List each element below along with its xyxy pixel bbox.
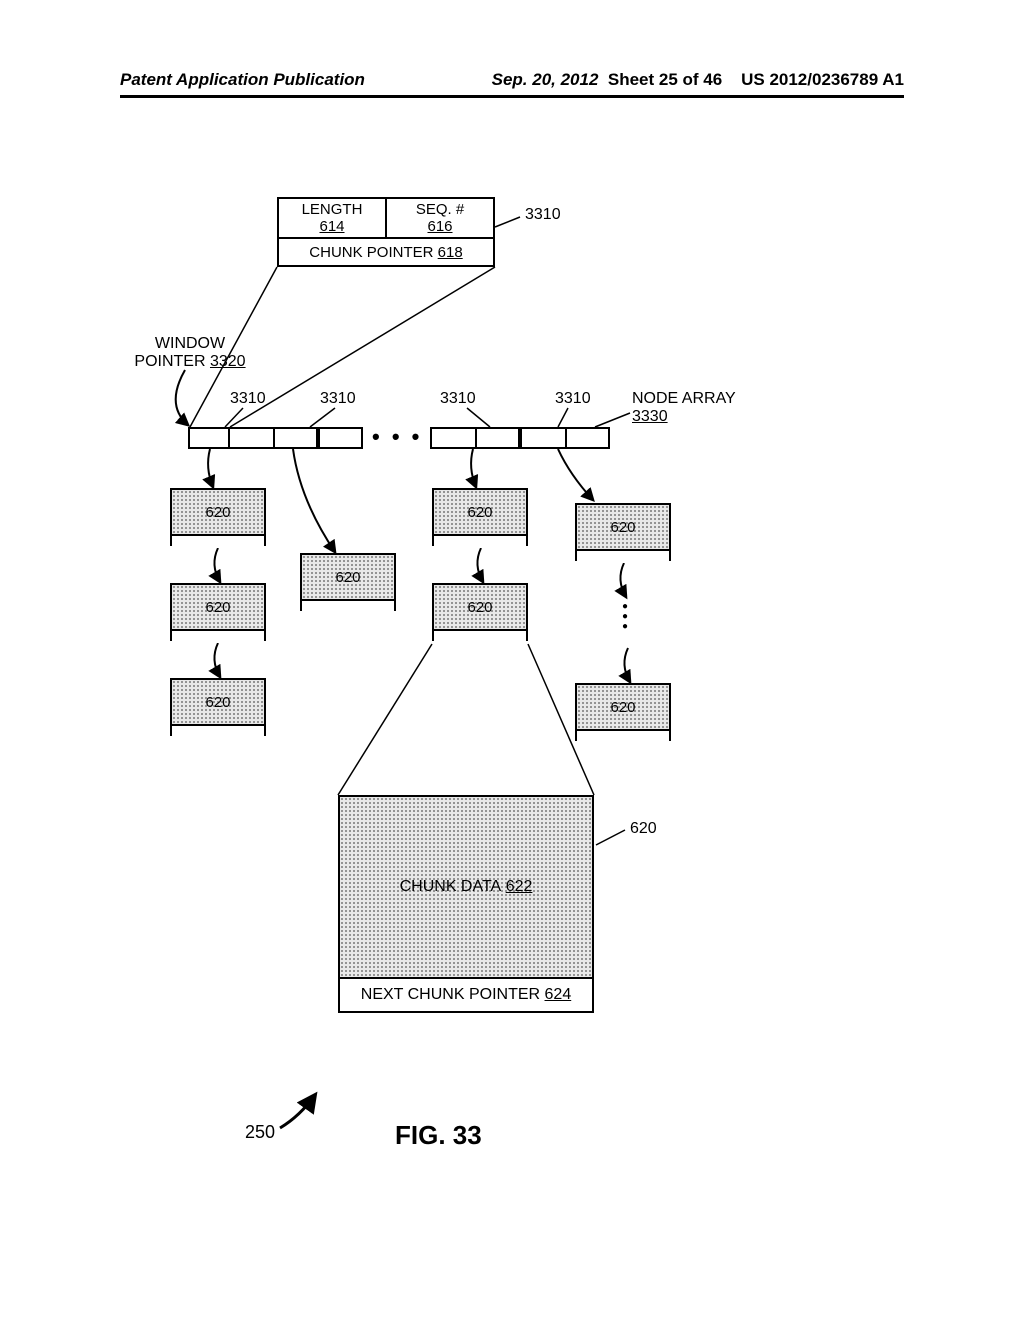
chunk-data-box: CHUNK DATA 622 NEXT CHUNK POINTER 624 (338, 795, 594, 1013)
array-cell (565, 427, 610, 449)
vertical-ellipsis-icon: ●●● (622, 602, 628, 632)
chunk-data-label: CHUNK DATA 622 (400, 878, 533, 896)
chunk-box: 620 (575, 503, 671, 561)
ref-250: 250 (245, 1122, 275, 1143)
array-cell (273, 427, 318, 449)
ellipsis-icon: • • • (372, 424, 422, 450)
seq-cell: SEQ. # 616 (387, 199, 493, 237)
callout-620-big: 620 (630, 820, 657, 838)
array-cell (430, 427, 475, 449)
next-chunk-pointer-label: NEXT CHUNK POINTER 624 (361, 986, 571, 1004)
array-cell (188, 427, 228, 449)
header-right: Sep. 20, 2012 Sheet 25 of 46 US 2012/023… (492, 70, 904, 90)
length-cell: LENGTH 614 (279, 199, 387, 237)
chunk-box: 620 (300, 553, 396, 611)
window-pointer-label: WINDOW POINTER 3320 (120, 335, 260, 371)
callout-3310-d: 3310 (555, 390, 591, 408)
array-cell (475, 427, 520, 449)
page: Patent Application Publication Sep. 20, … (0, 0, 1024, 1320)
chunk-box: 620 (170, 678, 266, 736)
callout-3310-headerbox: 3310 (525, 206, 561, 224)
chunk-pointer-cell: CHUNK POINTER 618 (279, 237, 493, 265)
callout-3310-b: 3310 (320, 390, 356, 408)
array-cell (318, 427, 363, 449)
chunk-box: 620 (432, 488, 528, 546)
chunk-box: 620 (170, 488, 266, 546)
node-array-right (430, 427, 610, 449)
callout-3310-c: 3310 (440, 390, 476, 408)
chunk-box: 620 (432, 583, 528, 641)
connectors (0, 0, 1024, 1320)
array-cell (520, 427, 565, 449)
node-array-label: NODE ARRAY3330 (632, 390, 752, 426)
array-cell (228, 427, 273, 449)
figure-title: FIG. 33 (395, 1120, 482, 1151)
chunk-box: 620 (575, 683, 671, 741)
callout-3310-a: 3310 (230, 390, 266, 408)
header-rule (120, 95, 904, 98)
node-array-left (188, 427, 363, 449)
node-detail-box: LENGTH 614 SEQ. # 616 CHUNK POINTER 618 (277, 197, 495, 267)
doc-header: Patent Application Publication Sep. 20, … (0, 70, 1024, 90)
header-left: Patent Application Publication (120, 70, 365, 90)
chunk-box: 620 (170, 583, 266, 641)
